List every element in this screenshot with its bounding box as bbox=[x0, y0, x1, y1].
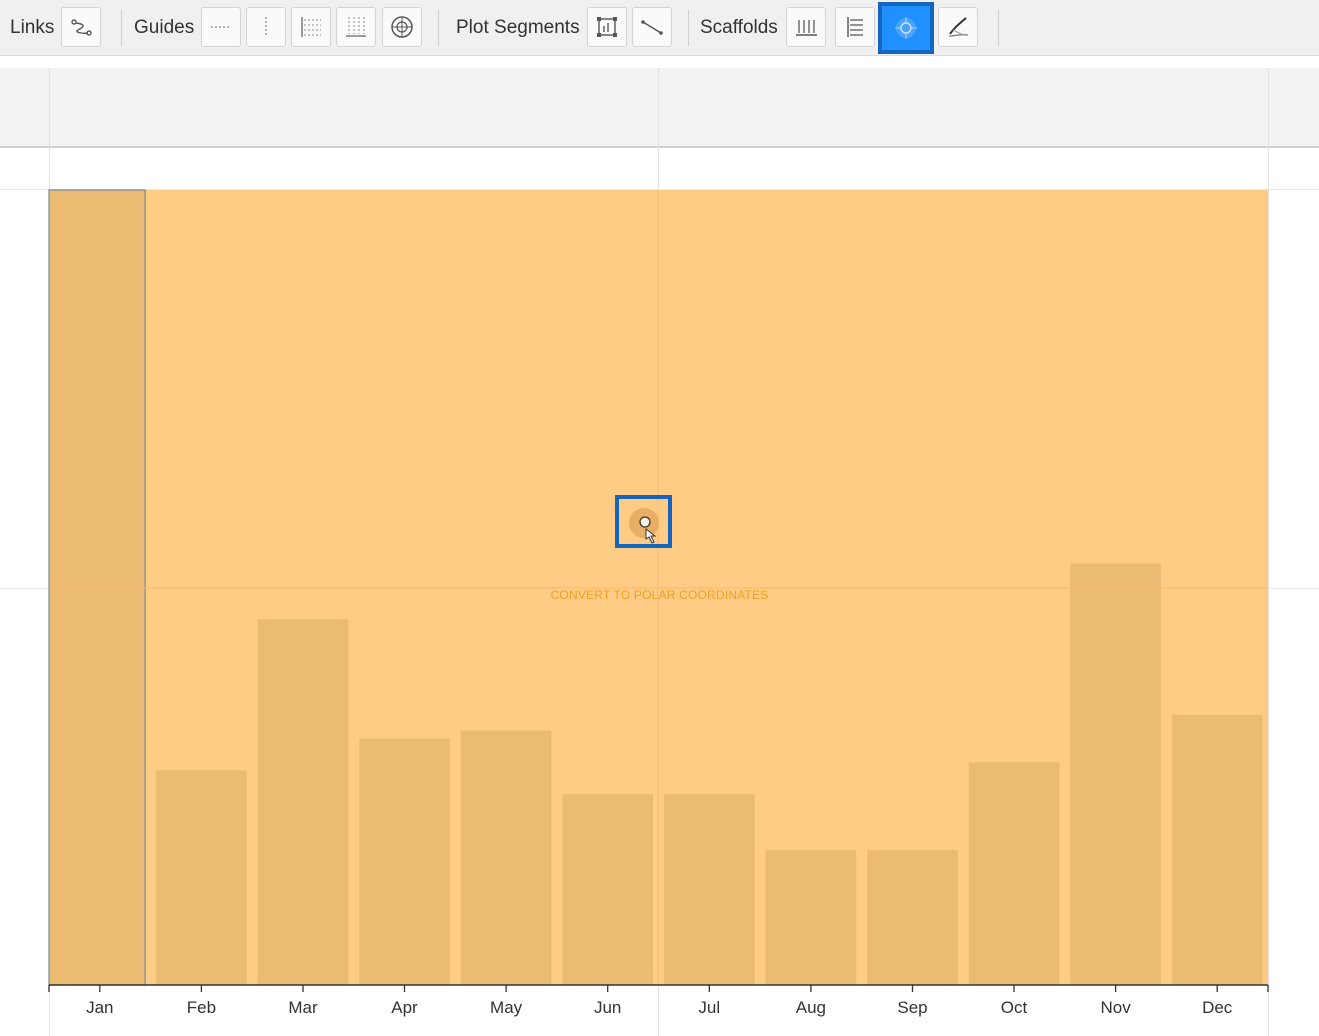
x-tick-label-mar: Mar bbox=[288, 998, 318, 1017]
x-tick-label-may: May bbox=[490, 998, 523, 1017]
x-axis-ticks bbox=[48, 985, 1269, 992]
bar-dec[interactable] bbox=[1171, 714, 1263, 985]
polar-scaffold-drop-target[interactable] bbox=[615, 495, 672, 548]
x-tick-label-apr: Apr bbox=[391, 998, 418, 1017]
bar-apr[interactable] bbox=[359, 738, 450, 985]
bar-oct[interactable] bbox=[968, 762, 1060, 985]
bar-aug[interactable] bbox=[765, 849, 857, 986]
x-tick-label-dec: Dec bbox=[1202, 998, 1233, 1017]
bar-sep[interactable] bbox=[867, 849, 958, 986]
x-tick-label-oct: Oct bbox=[1000, 998, 1028, 1017]
bar-jul[interactable] bbox=[664, 794, 755, 985]
x-tick-label-jul: Jul bbox=[698, 998, 721, 1017]
x-tick-label-feb: Feb bbox=[186, 998, 217, 1017]
x-tick-label-jun: Jun bbox=[593, 998, 622, 1017]
bar-feb[interactable] bbox=[156, 770, 247, 986]
x-tick-label-jan: Jan bbox=[86, 998, 114, 1017]
bar-may[interactable] bbox=[460, 730, 552, 985]
x-tick-label-aug: Aug bbox=[795, 998, 827, 1017]
convert-to-polar-hint: CONVERT TO POLAR COORDINATES bbox=[550, 588, 769, 602]
bar-nov[interactable] bbox=[1070, 563, 1161, 985]
polar-scaffold-icon bbox=[629, 508, 659, 544]
bar-mar[interactable] bbox=[257, 619, 349, 985]
x-tick-label-sep: Sep bbox=[897, 998, 928, 1017]
x-tick-label-nov: Nov bbox=[1100, 998, 1131, 1017]
bar-jun[interactable] bbox=[562, 794, 653, 985]
